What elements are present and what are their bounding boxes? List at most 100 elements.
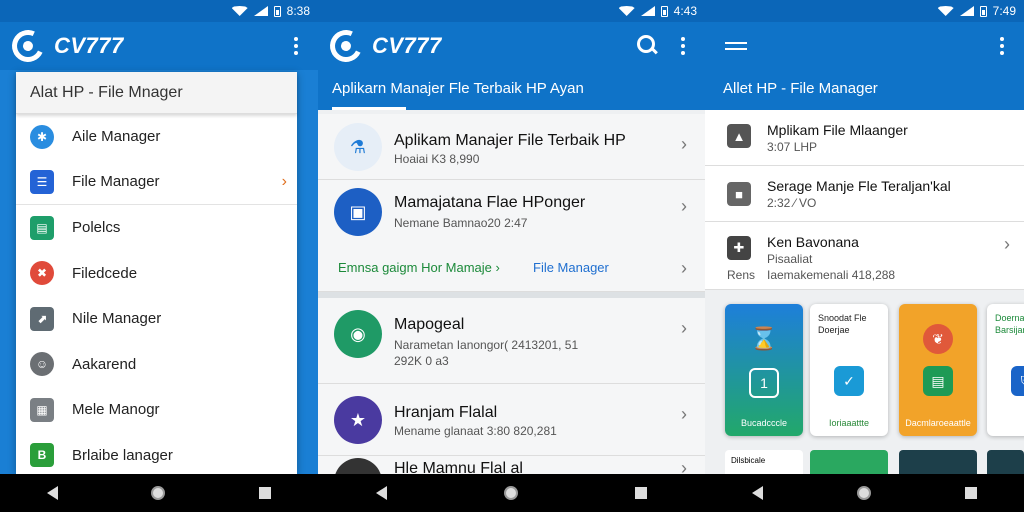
file-list-icon: ☰ xyxy=(30,169,54,194)
chevron-right-icon: › xyxy=(681,134,687,154)
folder-star-icon: ★ xyxy=(334,396,382,444)
drawer-item-aakarend[interactable]: ☺ Aakarend xyxy=(16,342,297,388)
storage-icon: B xyxy=(30,443,54,468)
square-icon: ■ xyxy=(727,182,751,206)
overflow-menu-button[interactable] xyxy=(286,34,306,58)
drawer-item-filedcede[interactable]: ✖ Filedcede xyxy=(16,251,297,297)
drawer-item-brlaibe-lanager[interactable]: B Brlaibe lanager xyxy=(16,433,297,479)
mini-card[interactable] xyxy=(899,450,977,474)
folder-arrow-icon: ⬈ xyxy=(30,306,54,331)
upload-icon: ▲ xyxy=(727,124,751,148)
app-card[interactable]: Snoodat Fle Doerjae ✓ Ioriaaattte xyxy=(810,304,888,436)
list-item-label: Rens xyxy=(727,268,756,282)
card-caption: Ioriaaattte xyxy=(828,418,870,428)
drawer-title: Alat HP - File Mnager xyxy=(16,72,297,114)
card-title: Doernale Barsijan xyxy=(995,313,1024,335)
status-bar: 8:38 xyxy=(0,0,318,22)
battery-icon xyxy=(273,5,281,17)
mini-card[interactable]: Dilsbicale xyxy=(725,450,803,474)
drawer-item-polelcs[interactable]: ▤ Polelcs xyxy=(16,205,297,251)
list-item[interactable]: ▣ Mamajatana Flae HPonger Nemane Bamnao2… xyxy=(318,180,705,292)
mini-card[interactable] xyxy=(810,450,888,474)
wifi-icon xyxy=(937,6,954,16)
file-manager-link[interactable]: File Manager xyxy=(533,260,609,275)
tab-bar: Aplikarn Manajer Fle Terbaik HP Ayan xyxy=(318,70,705,110)
list-item[interactable]: ⚗ Aplikam Manajer File Terbaik HP Hoaiai… xyxy=(318,114,705,180)
list-item-title: Mamajatana Flae HPonger xyxy=(394,194,586,211)
wifi-icon xyxy=(231,6,248,16)
tab-indicator xyxy=(332,107,406,110)
document-icon: ▤ xyxy=(30,215,54,240)
drawer-item-nile-manager[interactable]: ⬈ Nile Manager xyxy=(16,296,297,342)
list-item-subtitle: 2:32 ⁄ VO xyxy=(767,196,817,210)
app-card[interactable]: Doernale Barsijan ⛨ xyxy=(987,304,1024,436)
list-item[interactable]: ✚ Ken Bavonana Pisaaliat Rens Iaemakemen… xyxy=(705,222,1024,290)
status-bar: 4:43 xyxy=(318,0,705,22)
list-item[interactable]: ★ Hranjam Flalal Mename glanaat 3:80 820… xyxy=(318,384,705,456)
back-icon[interactable] xyxy=(752,486,763,500)
list-item-title: Aplikam Manajer File Terbaik HP xyxy=(394,132,626,149)
tab-label[interactable]: Aplikarn Manajer Fle Terbaik HP Ayan xyxy=(332,80,584,97)
status-time: 8:38 xyxy=(286,4,310,18)
list-item[interactable]: ▲ Mplikam File Mlaanger 3:07 LHP xyxy=(705,110,1024,166)
chevron-right-icon: › xyxy=(681,404,687,424)
back-icon[interactable] xyxy=(46,486,58,500)
hourglass-icon: ⌛ xyxy=(750,326,778,351)
app-card[interactable]: ❦ ▤ Dacmlaroeaattle xyxy=(899,304,977,436)
mini-card[interactable] xyxy=(987,450,1024,474)
home-icon[interactable] xyxy=(503,486,518,500)
list-item-title: Ken Bavonana xyxy=(767,234,859,250)
app-bar: CV777 xyxy=(318,22,705,70)
recents-icon[interactable] xyxy=(634,487,647,499)
gear-icon: ✱ xyxy=(30,124,54,149)
overflow-menu-button[interactable] xyxy=(992,34,1012,58)
chevron-right-icon: › xyxy=(681,318,687,338)
grid-x-icon: ✚ xyxy=(727,236,751,260)
navigation-drawer: Alat HP - File Mnager ✱ Aile Manager ☰ F… xyxy=(16,72,297,474)
back-icon[interactable] xyxy=(376,486,388,500)
list-item-subtitle: Nemane Bamnao20 2:47 xyxy=(394,216,528,230)
chevron-right-icon: › xyxy=(681,196,687,216)
card-title: Snoodat Fle Doerjae xyxy=(818,313,867,335)
app-list: ⚗ Aplikam Manajer File Terbaik HP Hoaiai… xyxy=(318,114,705,506)
overflow-menu-button[interactable] xyxy=(673,34,693,58)
list-item-meta: Iaemakemenali 418,288 xyxy=(767,268,896,282)
app-title: CV777 xyxy=(54,33,124,58)
system-nav-bar xyxy=(318,474,705,512)
home-icon[interactable] xyxy=(151,486,166,500)
user-icon: ☺ xyxy=(30,352,54,377)
recents-icon[interactable] xyxy=(259,487,272,499)
status-bar: 7:49 xyxy=(705,0,1024,22)
list-item[interactable]: ■ Serage Manje Fle Teraljan'kal 2:32 ⁄ V… xyxy=(705,166,1024,222)
menu-icon[interactable] xyxy=(725,42,747,50)
list-item-title: Mplikam File Mlaanger xyxy=(767,122,908,138)
shield-icon: ⛨ xyxy=(1011,366,1024,396)
drawer-item-file-manager[interactable]: ☰ File Manager › xyxy=(16,160,297,205)
section-header: Allet HP - File Manager xyxy=(705,70,1024,110)
grid-icon: ▦ xyxy=(30,397,54,422)
battery-icon xyxy=(979,5,987,17)
search-icon[interactable] xyxy=(633,32,661,60)
drawer-item-aile-manager[interactable]: ✱ Aile Manager xyxy=(16,114,297,160)
promo-text: Emnsa gaigm Hor Mamaje › xyxy=(338,260,500,275)
signal-icon xyxy=(253,6,268,16)
folder-icon: ▤ xyxy=(923,366,953,396)
home-icon[interactable] xyxy=(857,486,871,500)
list-item-meta: 292K 0 a3 xyxy=(394,354,449,368)
list-item-subtitle: Narametan Ianongor( 2413201, 51 xyxy=(394,338,579,352)
system-nav-bar xyxy=(705,474,1024,512)
system-nav-bar xyxy=(0,474,318,512)
app-card[interactable]: ⌛ 1 Bucadcccle xyxy=(725,304,803,436)
list-item-title: Serage Manje Fle Teraljan'kal xyxy=(767,178,951,194)
list-item-subtitle: 3:07 LHP xyxy=(767,140,818,154)
drawer-item-mele-manogr[interactable]: ▦ Mele Manogr xyxy=(16,387,297,433)
list-item-title: Hranjam Flalal xyxy=(394,404,498,421)
list-item[interactable]: ◉ Mapogeal Narametan Ianongor( 2413201, … xyxy=(318,298,705,384)
card-caption: Bucadcccle xyxy=(740,418,788,428)
recents-icon[interactable] xyxy=(965,487,977,499)
list-item-subtitle: Mename glanaat 3:80 820,281 xyxy=(394,424,557,438)
phone-screen-detail: 7:49 Allet HP - File Manager ▲ Mplikam F… xyxy=(705,0,1024,512)
battery-icon xyxy=(660,5,668,17)
app-card-grid: ⌛ 1 Bucadcccle Snoodat Fle Doerjae ✓ Ior… xyxy=(705,290,1024,474)
app-logo-icon xyxy=(325,25,367,67)
